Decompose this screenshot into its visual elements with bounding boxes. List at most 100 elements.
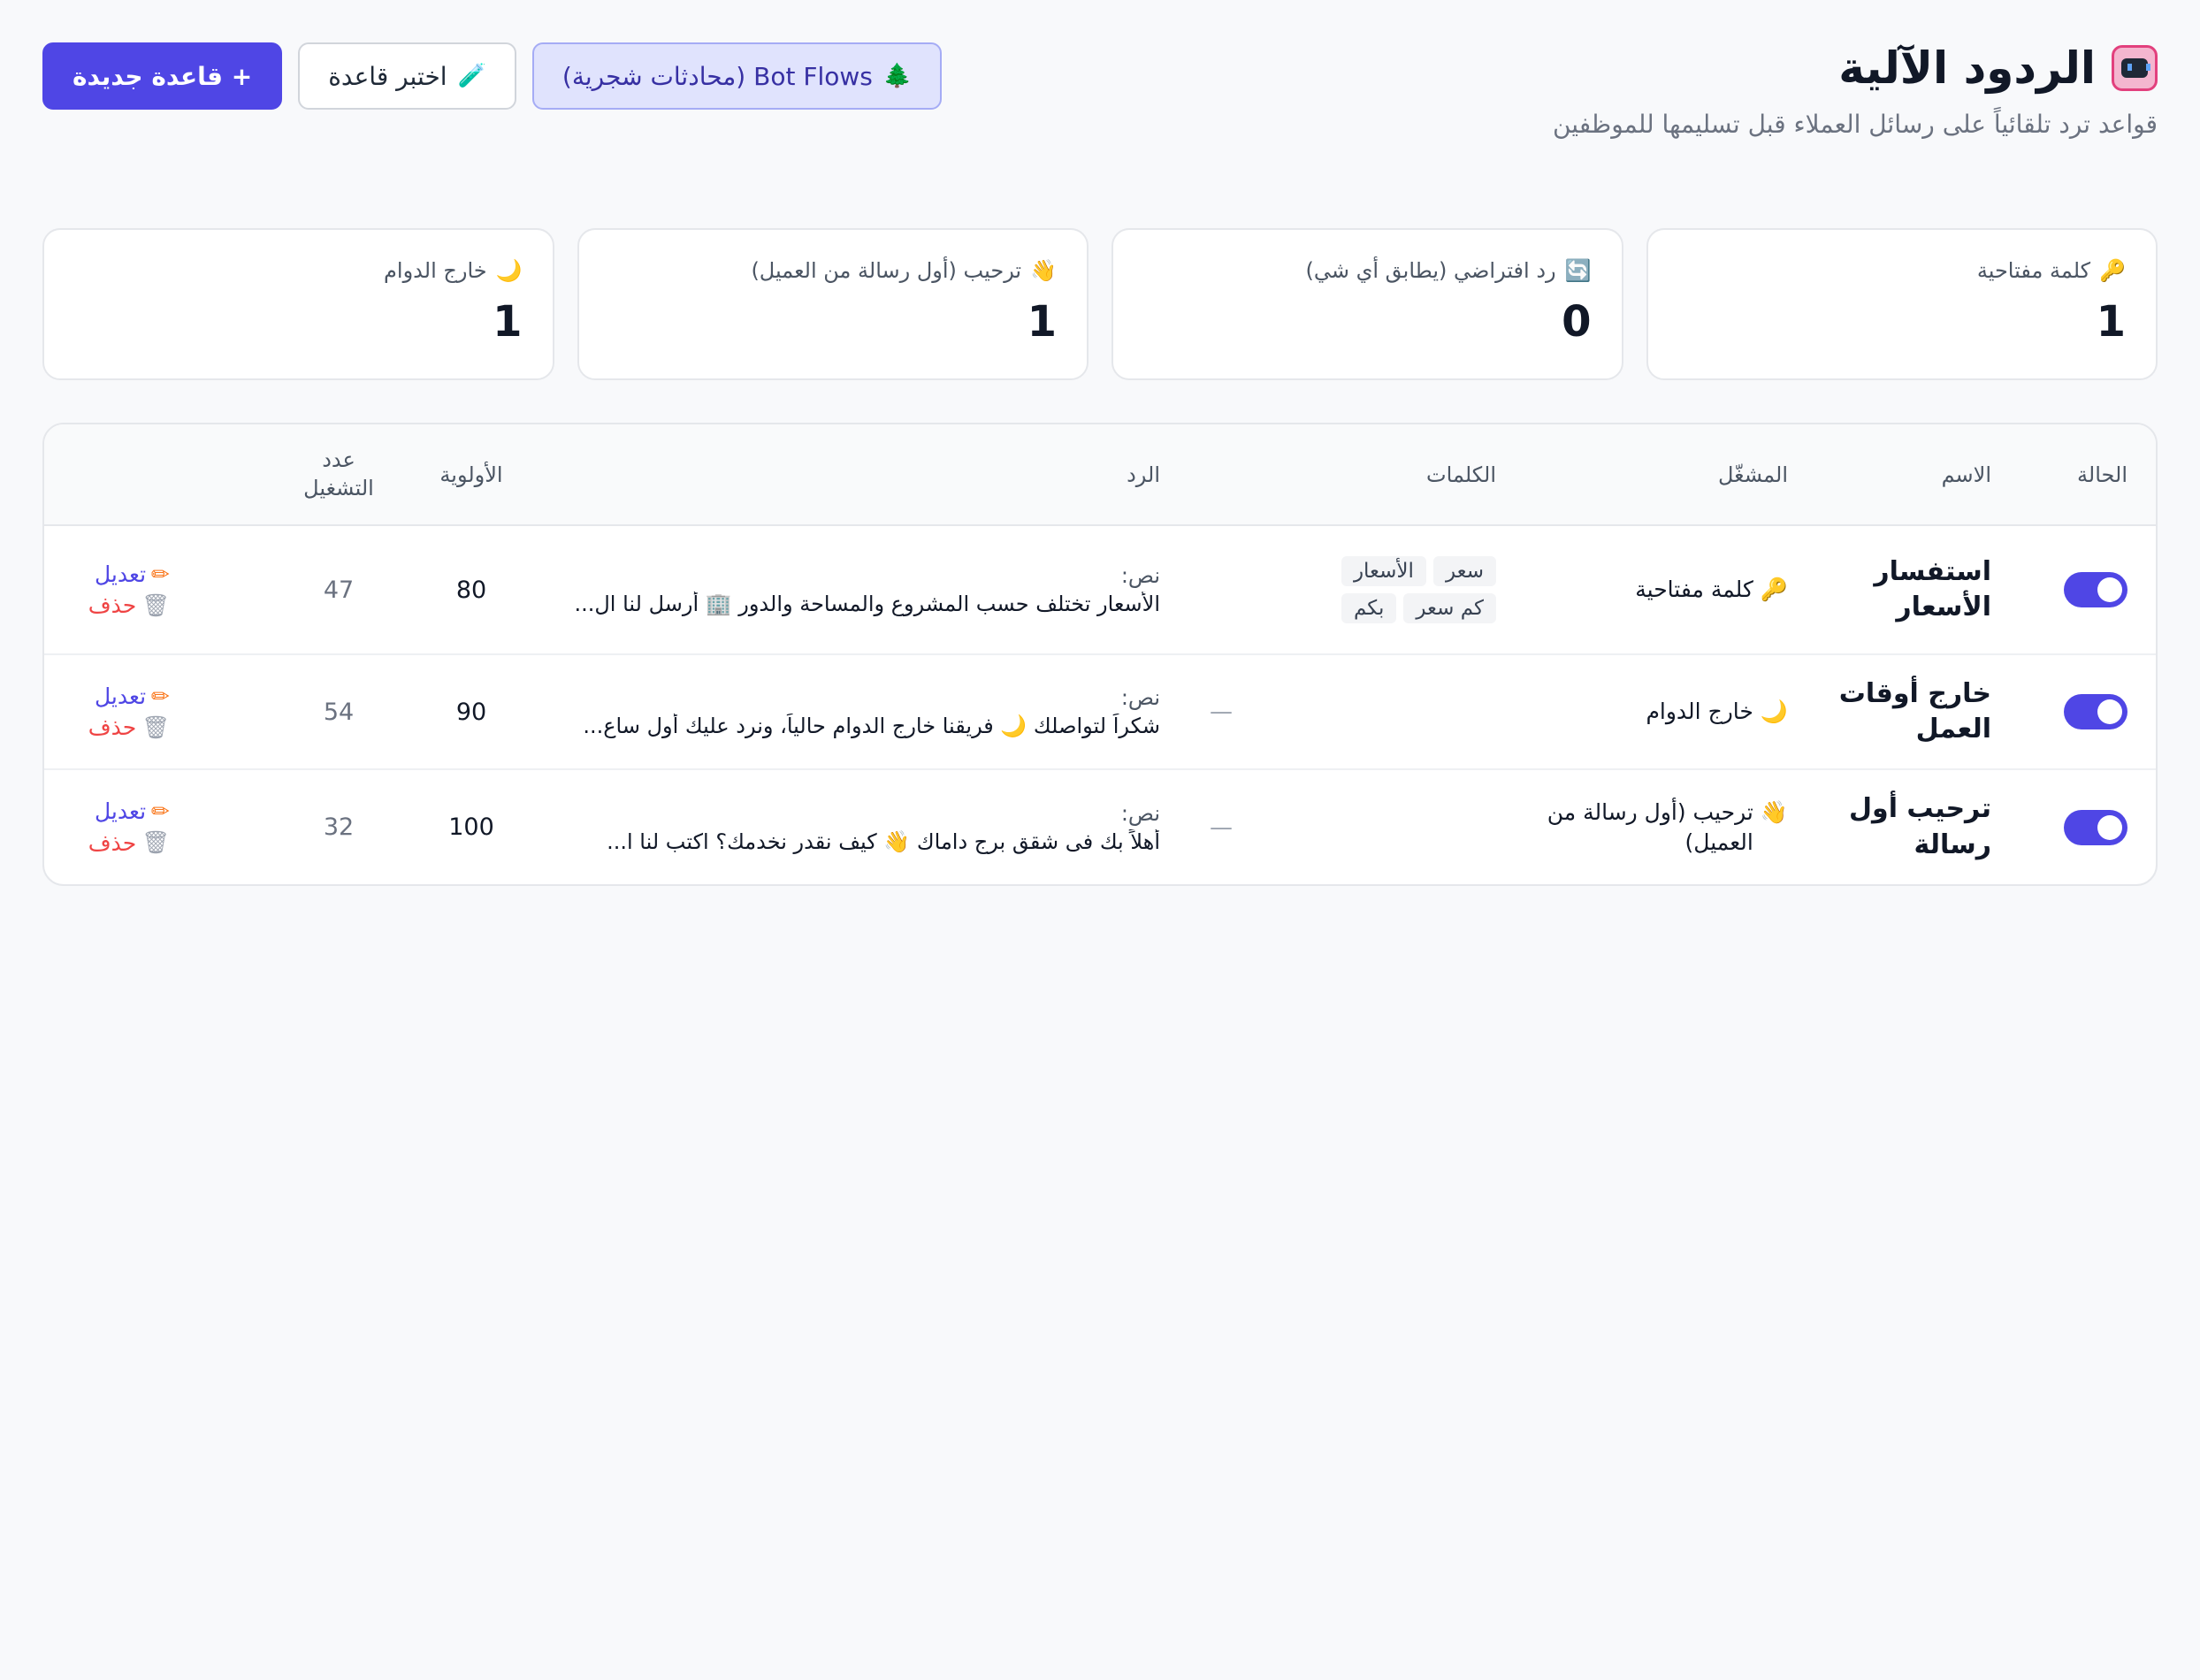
header-name: الاسم xyxy=(1802,424,2005,526)
stat-card-default: 🔄 رد افتراضي (يطابق أي شي) 0 xyxy=(1111,228,1623,380)
trigger: 👋 ترحيب (أول رسالة من العميل) xyxy=(1524,798,1788,858)
rule-name: خارج أوقات العمل xyxy=(1838,677,1991,745)
reply-cell: نص: الأسعار تختلف حسب المشروع والمساحة و… xyxy=(538,525,1174,655)
runs-cell: 54 xyxy=(272,654,405,770)
stat-card-after-hours: 🌙 خارج الدوام 1 xyxy=(42,228,554,380)
header-keywords: الكلمات xyxy=(1174,424,1510,526)
table-header-row: الحالة الاسم المشغّل الكلمات الرد الأولو… xyxy=(44,424,2156,526)
new-rule-label: + قاعدة جديدة xyxy=(73,61,253,91)
keyword-chip: سعر xyxy=(1432,556,1496,586)
edit-link[interactable]: ✏ تعديل xyxy=(95,798,170,824)
trigger-cell: 👋 ترحيب (أول رسالة من العميل) xyxy=(1510,769,1802,884)
status-cell xyxy=(2005,769,2156,884)
reply-type: نص: xyxy=(1120,563,1160,588)
stats-row: 🔑 كلمة مفتاحية 1 🔄 رد افتراضي (يطابق أي … xyxy=(42,228,2158,380)
header-actions-col xyxy=(44,424,272,526)
edit-label: تعديل xyxy=(95,561,147,587)
keyword-chips: سعر الأسعار كم سعر بكم xyxy=(1310,556,1496,623)
stat-value: 1 xyxy=(2096,297,2126,347)
keywords-cell: — xyxy=(1174,654,1510,770)
stat-value: 1 xyxy=(493,297,523,347)
header-runs-label: عدد التشغيل xyxy=(303,447,374,500)
trigger-cell: 🌙 خارج الدوام xyxy=(1510,654,1802,770)
test-rule-button[interactable]: 🧪 اختبر قاعدة xyxy=(298,42,516,110)
name-cell: ترحيب أول رسالة xyxy=(1802,769,2005,884)
stat-value: 0 xyxy=(1562,297,1592,347)
trash-icon: 🗑 xyxy=(141,592,170,618)
delete-link[interactable]: 🗑 حذف xyxy=(88,829,170,856)
edit-label: تعديل xyxy=(95,798,147,824)
tree-icon: 🌲 xyxy=(882,63,913,89)
header-actions: 🌲 Bot Flows (محادثات شجرية) 🧪 اختبر قاعد… xyxy=(42,42,943,110)
trigger-label: ترحيب (أول رسالة من العميل) xyxy=(1547,798,1753,855)
status-toggle[interactable] xyxy=(2064,572,2127,607)
edit-link[interactable]: ✏ تعديل xyxy=(95,561,170,587)
priority-cell: 100 xyxy=(448,813,494,841)
bot-flows-label: Bot Flows (محادثات شجرية) xyxy=(561,61,873,91)
toggle-knob xyxy=(2097,577,2122,602)
auto-replies-page: الردود الآلية قواعد ترد تلقائياً على رسا… xyxy=(0,0,2200,1680)
reply-type: نص: xyxy=(1120,685,1160,710)
reply-cell: نص: أهلاً بك فى شقق برج داماك 👋 كيف نقدر… xyxy=(538,769,1174,884)
keyword-chip: كم سعر xyxy=(1403,593,1496,623)
keywords-cell: — xyxy=(1174,769,1510,884)
stat-label-text: رد افتراضي (يطابق أي شي) xyxy=(1305,258,1556,283)
trigger-label: خارج الدوام xyxy=(1646,699,1753,725)
status-cell xyxy=(2005,525,2156,655)
page-header: الردود الآلية قواعد ترد تلقائياً على رسا… xyxy=(42,42,2158,193)
reply-text: أهلاً بك فى شقق برج داماك 👋 كيف نقدر نخد… xyxy=(607,829,1160,854)
stat-label-text: كلمة مفتاحية xyxy=(1976,258,2091,283)
delete-label: حذف xyxy=(88,714,137,740)
moon-icon: 🌙 xyxy=(495,258,523,283)
key-icon: 🔑 xyxy=(1760,577,1788,603)
stat-label-text: خارج الدوام xyxy=(384,258,487,283)
delete-link[interactable]: 🗑 حذف xyxy=(88,714,170,741)
title-block: الردود الآلية قواعد ترد تلقائياً على رسا… xyxy=(1553,42,2158,139)
actions-cell: ✏ تعديل 🗑 حذف xyxy=(44,525,272,655)
keyword-chip: بكم xyxy=(1341,593,1397,623)
stat-label: 👋 ترحيب (أول رسالة من العميل) xyxy=(609,258,1057,283)
stat-card-welcome: 👋 ترحيب (أول رسالة من العميل) 1 xyxy=(577,228,1089,380)
waving-hand-icon: 👋 xyxy=(1030,258,1057,283)
toggle-knob xyxy=(2097,814,2122,840)
toggle-knob xyxy=(2097,699,2122,724)
actions-cell: ✏ تعديل 🗑 حذف xyxy=(44,654,272,770)
row-actions: ✏ تعديل 🗑 حذف xyxy=(58,683,258,741)
header-runs: عدد التشغيل xyxy=(272,424,405,526)
stat-label: 🔄 رد افتراضي (يطابق أي شي) xyxy=(1143,258,1592,283)
stat-card-keyword: 🔑 كلمة مفتاحية 1 xyxy=(1646,228,2158,380)
header-trigger: المشغّل xyxy=(1510,424,1802,526)
stat-label: 🔑 كلمة مفتاحية xyxy=(1678,258,2126,283)
status-toggle[interactable] xyxy=(2064,809,2127,845)
edit-link[interactable]: ✏ تعديل xyxy=(95,683,170,709)
table-row: خارج أوقات العمل 🌙 خارج الدوام — نص: شكر… xyxy=(44,654,2156,770)
key-icon: 🔑 xyxy=(2099,258,2126,283)
page-subtitle: قواعد ترد تلقائياً على رسائل العملاء قبل… xyxy=(1552,110,2158,139)
waving-hand-icon: 👋 xyxy=(1760,798,1788,825)
table-row: استفسار الأسعار 🔑 كلمة مفتاحية سعر الأسع… xyxy=(44,525,2156,655)
stat-value: 1 xyxy=(1027,297,1057,347)
delete-link[interactable]: 🗑 حذف xyxy=(88,592,170,619)
bot-flows-button[interactable]: 🌲 Bot Flows (محادثات شجرية) xyxy=(531,42,943,110)
reply-text: الأسعار تختلف حسب المشروع والمساحة والدو… xyxy=(574,592,1160,616)
title-row: الردود الآلية xyxy=(1838,42,2158,94)
delete-label: حذف xyxy=(88,592,137,618)
new-rule-button[interactable]: + قاعدة جديدة xyxy=(42,42,283,110)
runs-cell: 32 xyxy=(323,813,355,841)
header-reply: الرد xyxy=(538,424,1174,526)
trigger-label: كلمة مفتاحية xyxy=(1635,577,1753,603)
table-row: ترحيب أول رسالة 👋 ترحيب (أول رسالة من ال… xyxy=(44,769,2156,884)
delete-label: حذف xyxy=(88,829,137,856)
moon-icon: 🌙 xyxy=(1760,699,1788,725)
trash-icon: 🗑 xyxy=(141,714,170,740)
priority-cell: 90 xyxy=(405,654,538,770)
trigger-cell: 🔑 كلمة مفتاحية xyxy=(1510,525,1802,655)
sync-icon: 🔄 xyxy=(1564,258,1592,283)
page-title: الردود الآلية xyxy=(1838,42,2096,94)
status-toggle[interactable] xyxy=(2064,694,2127,729)
status-cell xyxy=(2005,654,2156,770)
actions-cell: ✏ تعديل 🗑 حذف xyxy=(44,769,272,884)
header-status: الحالة xyxy=(2005,424,2156,526)
pencil-icon: ✏ xyxy=(151,683,170,709)
rule-name: ترحيب أول رسالة xyxy=(1849,793,1991,860)
